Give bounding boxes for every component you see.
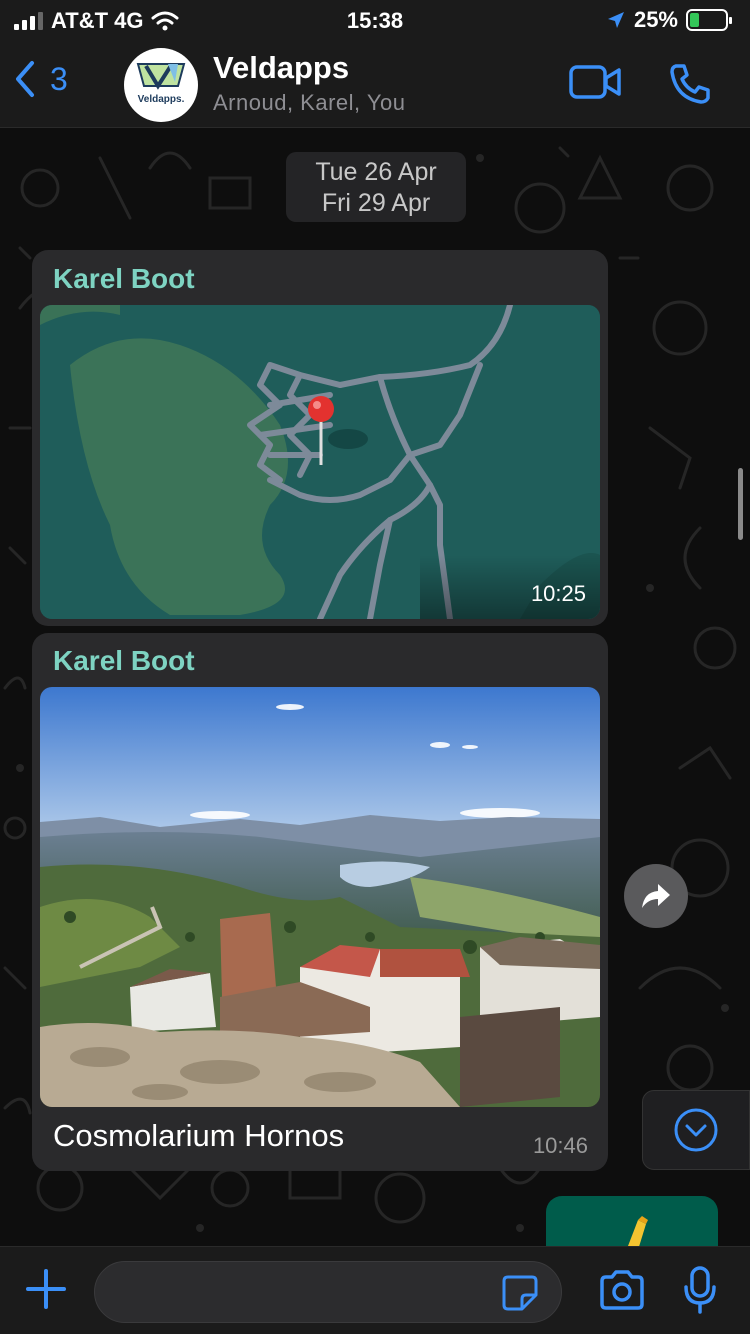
photo-caption: Cosmolarium Hornos	[53, 1118, 345, 1153]
sender-name: Karel Boot	[53, 645, 195, 676]
status-bar: AT&T 4G 15:38 25%	[0, 0, 750, 42]
camera-icon[interactable]	[598, 1269, 646, 1311]
plus-icon[interactable]	[24, 1267, 68, 1311]
sender-name: Karel Boot	[53, 263, 195, 294]
forward-button[interactable]	[624, 864, 688, 928]
message-photo[interactable]	[40, 687, 600, 1107]
status-right: 25%	[606, 7, 732, 33]
phone-call-icon[interactable]	[668, 62, 712, 106]
forward-arrow-icon	[642, 884, 670, 908]
chevron-left-icon	[16, 61, 34, 97]
date-line-2: Fri 29 Apr	[321, 189, 431, 217]
location-arrow-icon	[607, 12, 624, 28]
group-avatar[interactable]: Veldapps.	[124, 48, 198, 122]
battery-percent: 25%	[633, 7, 678, 32]
location-map[interactable]: 10:25	[40, 305, 600, 619]
veldapps-logo: Veldapps.	[136, 62, 186, 105]
avatar-text: Veldapps.	[138, 94, 185, 105]
scrollbar[interactable]	[738, 468, 743, 540]
battery-icon	[686, 9, 732, 31]
video-call-icon[interactable]	[568, 64, 622, 100]
message-bubble-location[interactable]: Karel Boot 10:25	[32, 250, 608, 626]
sticker-icon[interactable]	[500, 1273, 540, 1313]
date-separator: Tue 26 Apr Fri 29 Apr	[286, 152, 466, 222]
unread-count: 3	[50, 60, 68, 97]
chat-header: 3 Veldapps. Veldapps Arnoud, Karel, You	[0, 42, 750, 128]
message-composer	[0, 1246, 750, 1334]
message-bubble-image[interactable]: Karel Boot Cosmolarium Hornos 10:46	[32, 633, 608, 1171]
scroll-to-bottom-button[interactable]	[642, 1090, 750, 1170]
landscape-photo	[40, 687, 600, 1107]
microphone-icon[interactable]	[682, 1265, 718, 1315]
back-button[interactable]: 3	[14, 60, 68, 98]
date-line-1: Tue 26 Apr	[315, 158, 437, 186]
chevron-down-circle-icon	[674, 1108, 718, 1152]
battery-fill	[690, 13, 699, 27]
group-name[interactable]: Veldapps	[213, 50, 349, 86]
message-input[interactable]	[94, 1261, 562, 1323]
message-time: 10:25	[530, 581, 586, 606]
map-graphic	[40, 305, 600, 619]
group-members[interactable]: Arnoud, Karel, You	[213, 90, 405, 116]
message-time: 10:46	[532, 1133, 588, 1158]
